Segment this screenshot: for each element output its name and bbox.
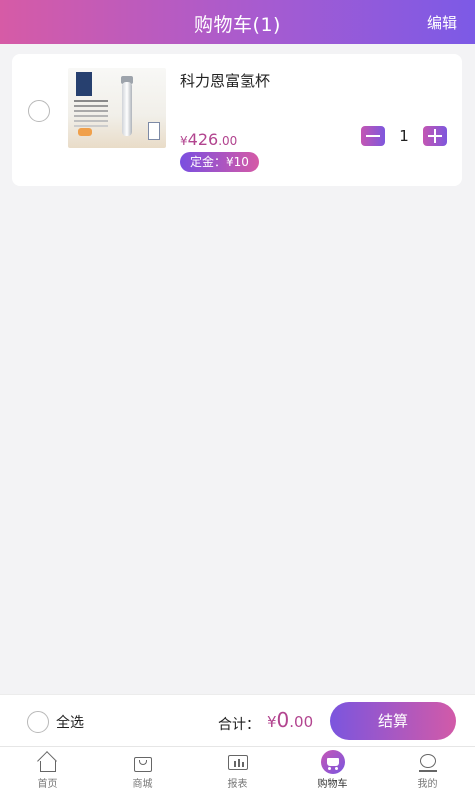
cart-icon <box>321 750 345 774</box>
product-image[interactable] <box>68 68 166 148</box>
total-decimal: .00 <box>289 713 314 731</box>
total-currency-symbol: ¥ <box>267 713 277 731</box>
top-nav-bar: 购物车(1) 编辑 <box>0 0 475 44</box>
select-all-radio[interactable] <box>27 711 49 733</box>
bottom-tab-bar: 首页 商城 报表 购物车 我的 <box>0 746 475 792</box>
edit-button[interactable]: 编辑 <box>427 12 457 33</box>
cart-item-card: 科力恩富氢杯 ¥426.00 定金：¥10 1 <box>12 54 462 186</box>
product-price: ¥426.00 <box>180 130 237 149</box>
product-image-fruit <box>78 128 92 136</box>
profile-icon <box>417 753 439 773</box>
tab-cart[interactable]: 购物车 <box>285 747 380 792</box>
product-image-logo-block <box>76 72 92 96</box>
total-amount: ¥0.00 <box>267 708 313 732</box>
tab-home[interactable]: 首页 <box>0 747 95 792</box>
tab-report[interactable]: 报表 <box>190 747 285 792</box>
item-select-radio[interactable] <box>28 100 50 122</box>
tab-mall[interactable]: 商城 <box>95 747 190 792</box>
tab-home-label: 首页 <box>37 779 58 790</box>
price-currency-symbol: ¥ <box>180 134 188 148</box>
product-image-box <box>148 122 160 140</box>
tab-report-label: 报表 <box>227 779 248 790</box>
quantity-stepper: 1 <box>361 126 449 148</box>
tab-profile[interactable]: 我的 <box>380 747 475 792</box>
minus-icon <box>366 135 380 137</box>
checkout-bar: 全选 合计： ¥0.00 结算 <box>0 694 475 746</box>
home-icon <box>37 751 59 773</box>
tab-mall-label: 商城 <box>132 779 153 790</box>
report-icon <box>227 753 249 773</box>
product-image-bottle <box>122 82 132 136</box>
product-name[interactable]: 科力恩富氢杯 <box>180 70 270 91</box>
mall-icon <box>132 753 154 773</box>
tab-profile-label: 我的 <box>417 779 438 790</box>
select-all-label[interactable]: 全选 <box>56 712 84 732</box>
plus-icon-vertical <box>434 129 436 143</box>
total-integer: 0 <box>276 708 290 732</box>
product-image-text-lines <box>74 100 108 102</box>
price-decimal: .00 <box>218 134 238 148</box>
quantity-value: 1 <box>399 127 409 145</box>
total-label: 合计： <box>218 717 260 733</box>
price-integer: 426 <box>187 130 219 149</box>
increase-quantity-button[interactable] <box>423 126 447 146</box>
tab-cart-label: 购物车 <box>317 779 348 790</box>
deposit-badge: 定金：¥10 <box>180 152 259 172</box>
decrease-quantity-button[interactable] <box>361 126 385 146</box>
page-title: 购物车(1) <box>194 14 281 36</box>
checkout-button[interactable]: 结算 <box>330 702 456 740</box>
